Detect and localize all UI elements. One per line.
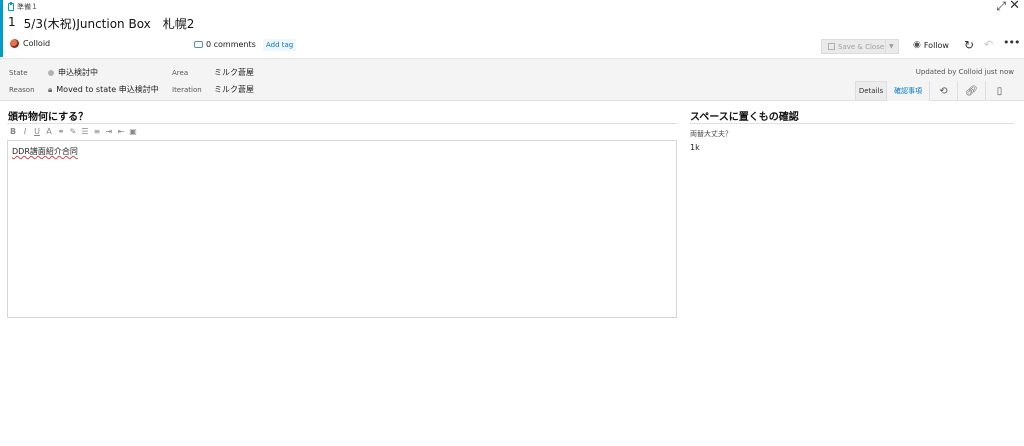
comment-icon <box>194 41 203 48</box>
editor-toolbar: B I U A ⚭ ✎ ☰ ≡ ⇥ ⇤ ▣ <box>9 127 137 136</box>
outdent-icon[interactable]: ⇤ <box>117 127 125 136</box>
owner-name: Colloid <box>23 39 51 48</box>
iteration-label: Iteration <box>172 86 202 94</box>
save-close-label: Save & Close <box>838 42 885 51</box>
field-label: 両替大丈夫？ <box>690 130 732 138</box>
save-close-button[interactable]: Save & Close ▼ <box>821 39 899 54</box>
reason-label: Reason <box>9 86 35 94</box>
italic-icon[interactable]: I <box>21 127 29 136</box>
updated-info[interactable]: Updated by Colloid just now <box>916 68 1014 76</box>
fields-header: State 申込検討中 Reason 🔒︎ Moved to state 申込検… <box>0 58 1024 101</box>
image-icon[interactable]: ▣ <box>129 127 137 136</box>
avatar <box>10 39 19 48</box>
refresh-icon[interactable]: ↻ <box>964 38 974 52</box>
work-item-id: 1 <box>8 15 16 29</box>
save-icon <box>828 43 835 50</box>
lock-icon: 🔒︎ <box>48 84 53 94</box>
area-value[interactable]: ミルク蒼屋 <box>214 67 254 78</box>
assigned-to[interactable]: Colloid <box>10 39 50 48</box>
title-row: 1 5/3(木祝)Junction Box 札幌2 <box>8 15 194 32</box>
more-icon[interactable]: ••• <box>1003 36 1020 49</box>
left-section-title: 頒布物何にする？ <box>8 112 89 123</box>
close-icon[interactable]: ✕ <box>1009 0 1020 12</box>
comments-count: 0 comments <box>206 40 256 49</box>
follow-label: Follow <box>923 40 949 50</box>
reason-field: 🔒︎ Moved to state 申込検討中 <box>48 84 159 95</box>
state-value: 申込検討中 <box>58 68 98 77</box>
link-icon[interactable]: 🔗︎ <box>957 81 985 101</box>
area-label: Area <box>172 69 189 77</box>
highlight-icon[interactable]: A <box>45 127 53 136</box>
editor-content: DDR譜面紹介合同 <box>12 147 78 156</box>
right-section-title: スペースに置くもの確認 <box>690 112 799 123</box>
underline-icon[interactable]: U <box>33 127 41 136</box>
comments-link[interactable]: 0 comments <box>194 40 256 49</box>
tab-details[interactable]: Details <box>855 81 887 101</box>
eye-icon: ◉ <box>913 40 921 50</box>
undo-icon[interactable]: ↶ <box>984 38 993 51</box>
chevron-down-icon[interactable]: ▼ <box>886 43 894 50</box>
field-value[interactable]: 1k <box>690 143 700 152</box>
work-item-type: 準備１ <box>8 2 38 12</box>
history-icon[interactable]: ⟲ <box>929 81 957 101</box>
state-dot-icon <box>48 69 54 76</box>
iteration-value[interactable]: ミルク蒼屋 <box>214 84 254 95</box>
follow-button[interactable]: ◉ Follow <box>913 40 949 50</box>
numbered-list-icon[interactable]: ≡ <box>93 127 101 136</box>
add-tag-button[interactable]: Add tag <box>263 39 297 51</box>
clear-format-icon[interactable]: ✎ <box>69 127 77 136</box>
state-label: State <box>9 69 28 77</box>
reason-value: Moved to state 申込検討中 <box>56 85 159 94</box>
tab-bar: Details 確認事項 ⟲ 🔗︎ ▯ <box>855 81 1013 101</box>
link-insert-icon[interactable]: ⚭ <box>57 127 65 136</box>
work-item-type-label: 準備１ <box>17 3 38 11</box>
state-field[interactable]: 申込検討中 <box>48 67 98 78</box>
work-item-color-bar <box>0 0 3 57</box>
attachment-icon[interactable]: ▯ <box>985 81 1013 101</box>
expand-icon[interactable]: ⤢ <box>996 0 1006 12</box>
bullet-list-icon[interactable]: ☰ <box>81 127 89 136</box>
tab-kakunin[interactable]: 確認事項 <box>887 81 929 101</box>
rich-text-editor[interactable]: DDR譜面紹介合同 <box>7 140 677 318</box>
bold-icon[interactable]: B <box>9 127 17 136</box>
divider <box>7 123 677 124</box>
clipboard-icon <box>8 2 14 11</box>
work-item-title[interactable]: 5/3(木祝)Junction Box 札幌2 <box>24 15 195 32</box>
divider <box>690 123 1014 124</box>
indent-icon[interactable]: ⇥ <box>105 127 113 136</box>
